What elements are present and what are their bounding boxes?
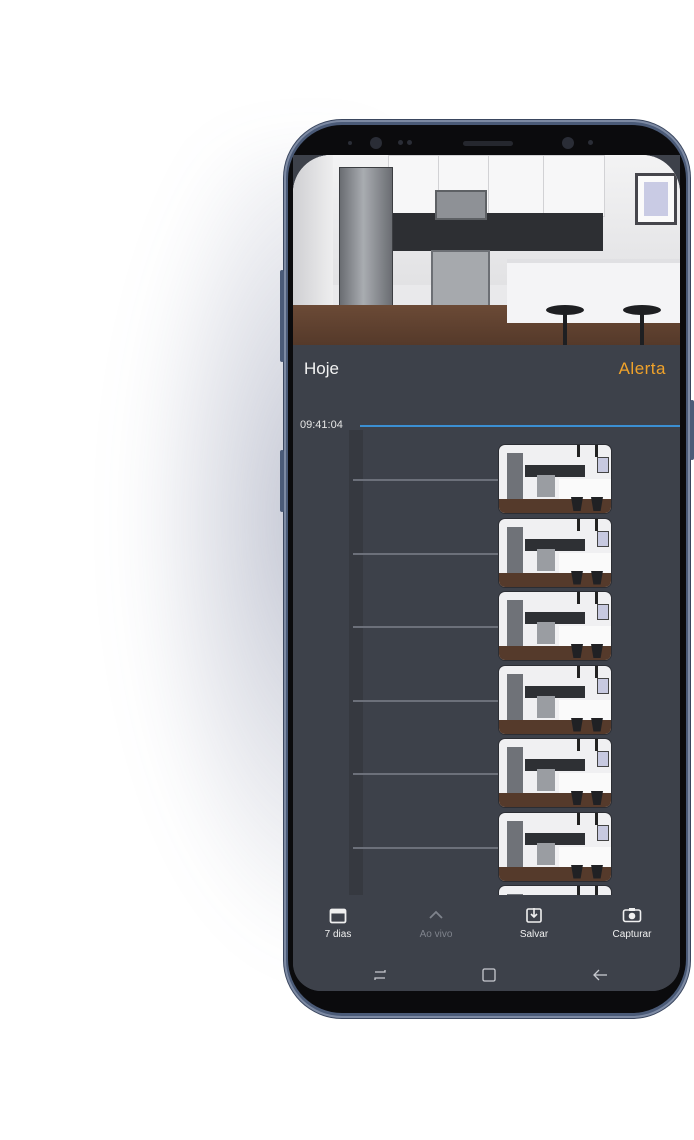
tab-salvar[interactable]: Salvar	[494, 903, 574, 940]
tab-ao-vivo[interactable]: Ao vivo	[396, 903, 476, 940]
recent-apps-icon[interactable]	[371, 967, 389, 988]
timeline-event-marker	[353, 626, 499, 628]
sensor-dot	[407, 140, 412, 145]
event-timeline[interactable]: 09:41:04	[293, 395, 680, 954]
back-arrow-icon[interactable]	[591, 967, 609, 988]
phone-top-sensors	[288, 125, 686, 155]
calendar-icon	[298, 903, 378, 927]
event-thumbnail[interactable]	[499, 518, 611, 587]
alert-filter-link[interactable]: Alerta	[619, 359, 666, 379]
current-time-label: 09:41:04	[300, 419, 343, 431]
tab-label: Ao vivo	[419, 929, 453, 940]
event-thumbnail[interactable]	[499, 739, 611, 807]
home-square-icon[interactable]	[481, 967, 497, 988]
event-thumbnail[interactable]	[499, 445, 611, 513]
app-screen: Hoje Alerta 09:41:04 7 dias Ao vivo Salv…	[293, 155, 680, 991]
tab-label: Capturar	[612, 929, 652, 940]
event-thumbnail[interactable]	[499, 665, 611, 734]
kitchen-camera-image	[293, 155, 680, 345]
sensor-dot	[588, 140, 593, 145]
timeline-track	[349, 430, 363, 895]
event-thumbnail[interactable]	[499, 812, 611, 881]
tab-7-dias[interactable]: 7 dias	[298, 903, 378, 940]
day-label[interactable]: Hoje	[304, 359, 339, 379]
front-camera	[562, 137, 574, 149]
tab-label: 7 dias	[324, 929, 352, 940]
timeline-event-marker	[353, 846, 499, 849]
bixby-button	[280, 450, 284, 512]
tab-capturar[interactable]: Capturar	[592, 903, 672, 940]
timeline-event-marker	[353, 773, 499, 775]
earpiece-speaker	[463, 141, 513, 146]
volume-button	[280, 270, 284, 362]
android-navigation-bar	[293, 965, 680, 991]
camera-icon	[592, 903, 672, 927]
phone-bezel: Hoje Alerta 09:41:04 7 dias Ao vivo Salv…	[288, 125, 686, 1013]
phone-frame: Hoje Alerta 09:41:04 7 dias Ao vivo Salv…	[280, 120, 694, 1018]
chevron-up-icon	[396, 903, 476, 927]
download-icon	[494, 903, 574, 927]
event-thumbnail[interactable]	[499, 592, 611, 660]
timeline-header: Hoje Alerta	[293, 345, 680, 395]
timeline-event-marker	[353, 699, 499, 702]
live-camera-view[interactable]	[293, 155, 680, 345]
bottom-toolbar: 7 dias Ao vivo Salvar Capturar	[293, 895, 680, 965]
sensor-dot	[398, 140, 403, 145]
sensor-dot	[370, 137, 382, 149]
timeline-cursor[interactable]	[360, 425, 680, 427]
sensor-dot	[348, 141, 352, 145]
power-button	[690, 400, 694, 460]
tab-label: Salvar	[519, 929, 549, 940]
timeline-event-marker	[353, 479, 499, 481]
timeline-event-marker	[353, 552, 499, 555]
